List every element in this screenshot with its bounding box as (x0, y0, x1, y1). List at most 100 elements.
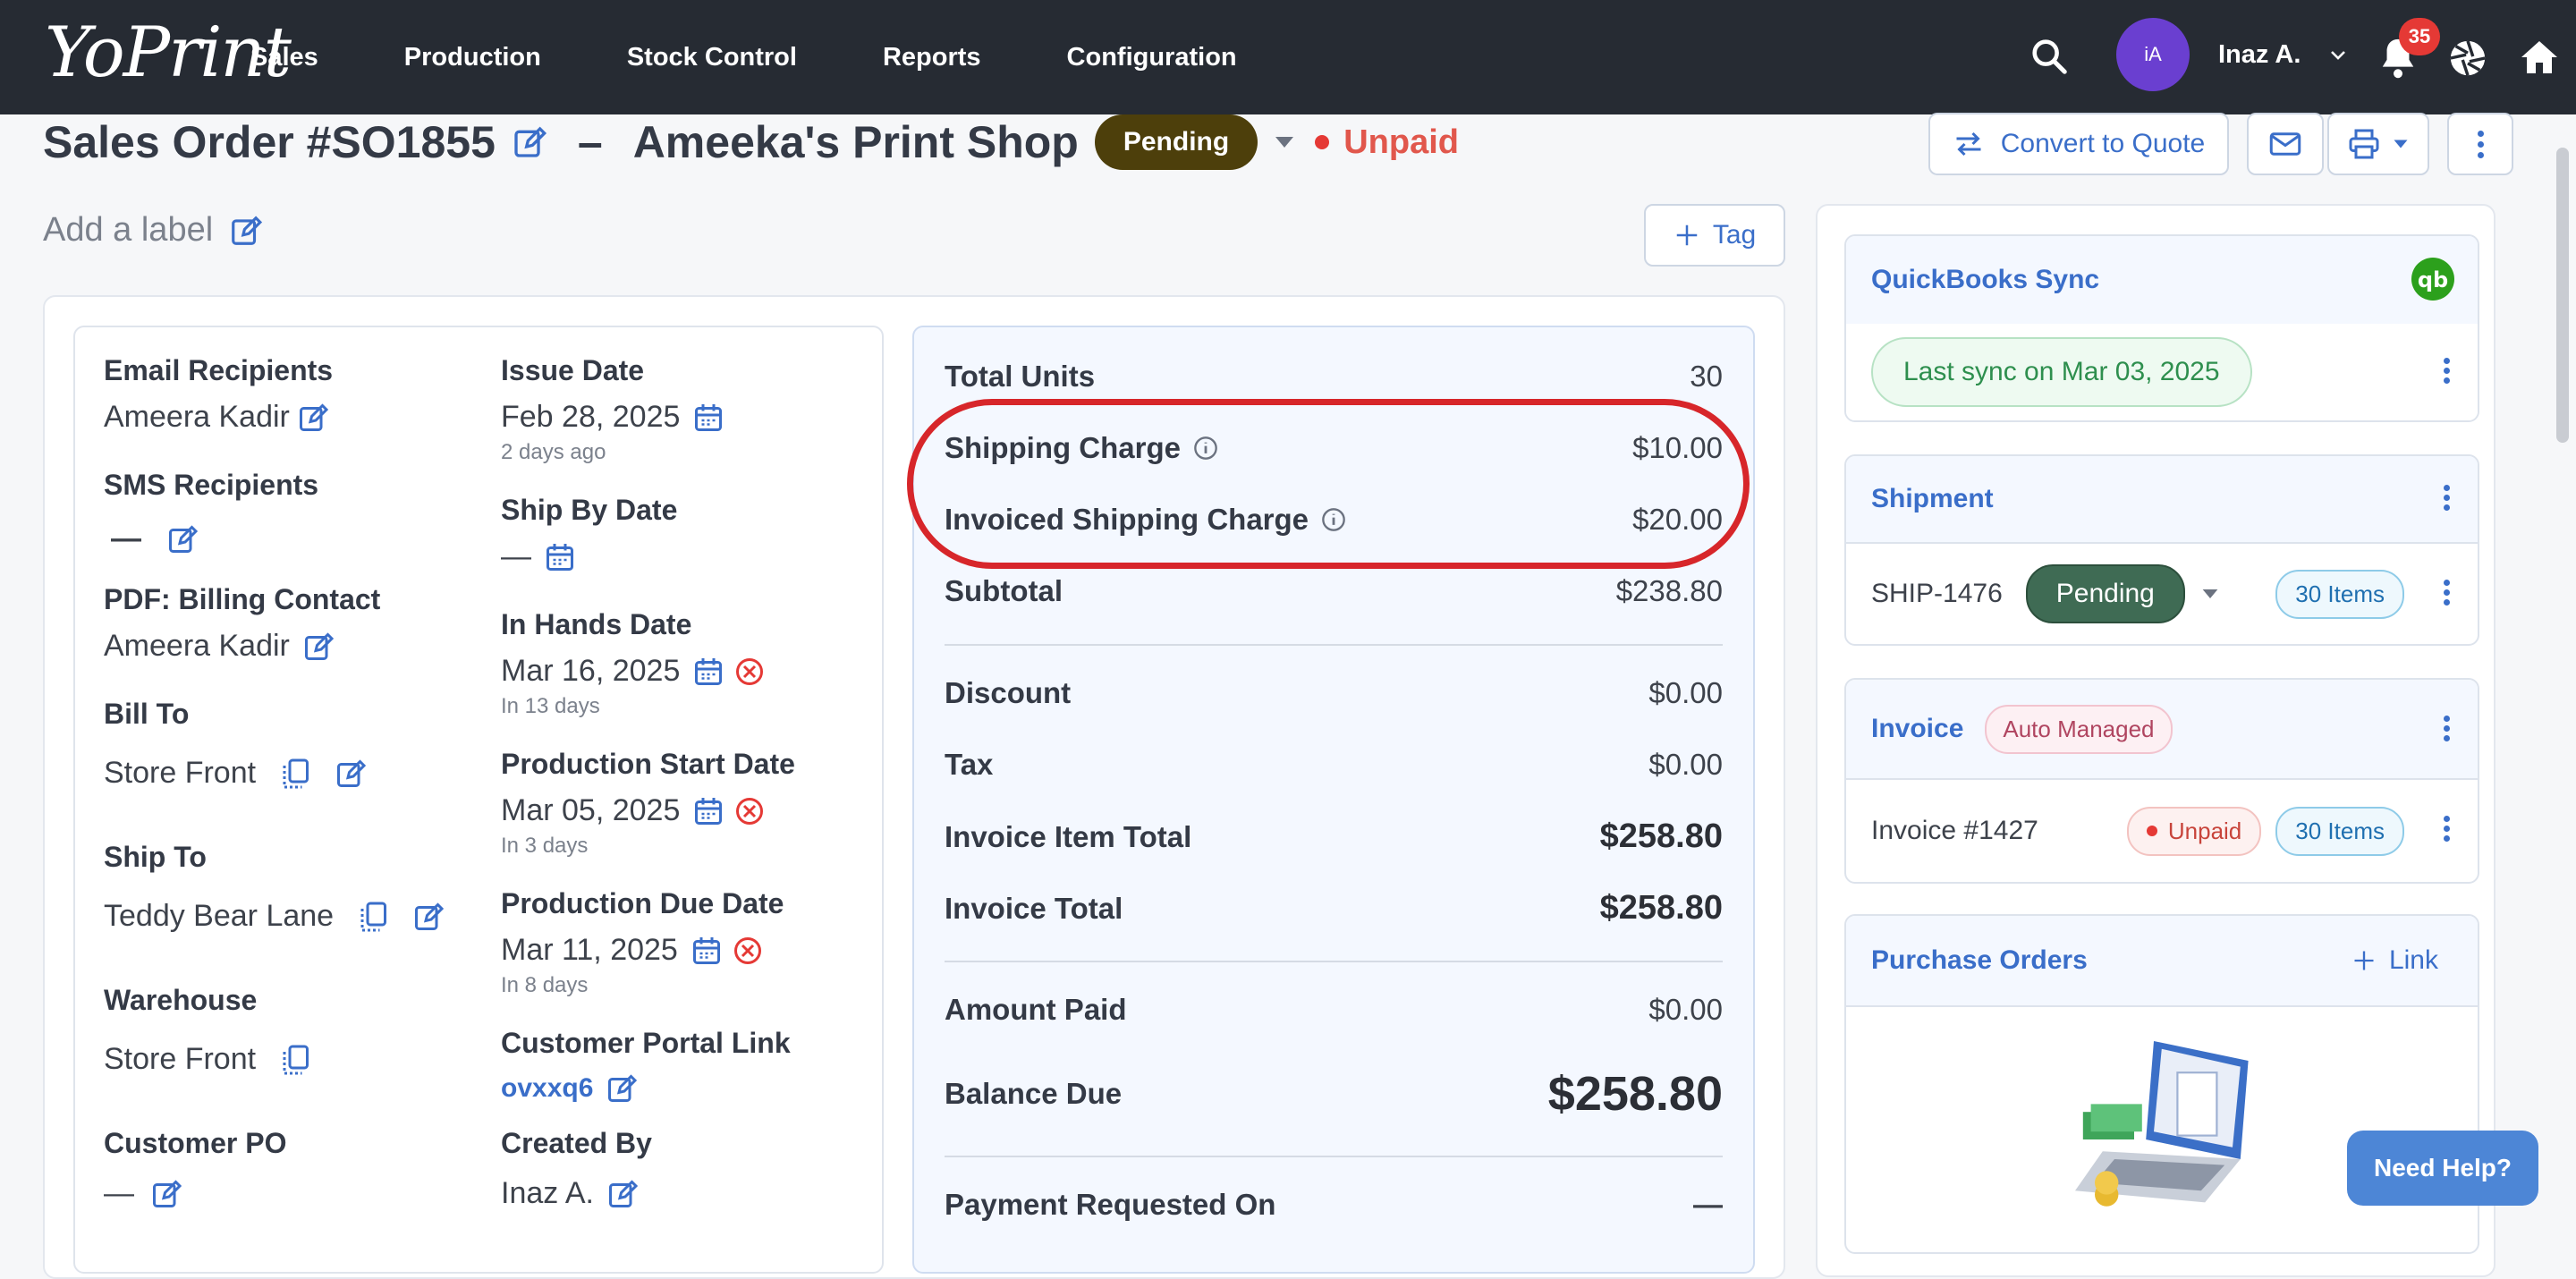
kebab-icon[interactable] (2442, 812, 2451, 848)
clear-icon[interactable] (733, 656, 766, 688)
edit-icon[interactable] (166, 523, 199, 555)
convert-label: Convert to Quote (2000, 129, 2206, 158)
copy-icon[interactable] (279, 758, 311, 790)
field-value: Mar 16, 2025 (501, 654, 681, 688)
calendar-icon[interactable] (692, 656, 724, 688)
caret-down-icon (2394, 140, 2408, 148)
need-help-button[interactable]: Need Help? (2347, 1131, 2538, 1206)
svg-text:qb: qb (2418, 267, 2448, 292)
caret-down-icon[interactable] (1274, 135, 1295, 149)
payment-status: Unpaid (1315, 123, 1459, 162)
kebab-icon (2476, 126, 2485, 163)
edit-icon[interactable] (606, 1072, 638, 1105)
row-label: Total Units (945, 360, 1096, 393)
add-tag-button[interactable]: Tag (1644, 204, 1785, 267)
user-name: Inaz A. (2218, 39, 2301, 69)
field-label: Customer Portal Link (501, 1027, 791, 1059)
home-icon[interactable] (2517, 36, 2562, 79)
copy-icon[interactable] (279, 1044, 311, 1076)
nav-production[interactable]: Production (404, 43, 541, 72)
kebab-icon[interactable] (2442, 712, 2451, 748)
sms-recipients-field: SMS Recipients — (104, 469, 318, 556)
balance-due-row: Balance Due $258.80 (945, 1066, 1723, 1122)
order-status-pill[interactable]: Pending (1094, 114, 1258, 170)
main-nav: Sales Production Stock Control Reports C… (250, 0, 1323, 114)
aperture-icon[interactable] (2447, 38, 2488, 79)
tag-label: Tag (1712, 220, 1757, 250)
panel-title: Purchase Orders (1871, 945, 2088, 975)
clear-icon[interactable] (733, 795, 766, 827)
calendar-icon[interactable] (692, 795, 724, 827)
clear-icon[interactable] (732, 935, 764, 967)
link-label: Link (2388, 945, 2438, 975)
panel-title: QuickBooks Sync (1871, 265, 2100, 294)
calendar-icon[interactable] (544, 541, 576, 573)
kebab-icon[interactable] (2442, 481, 2451, 517)
portal-link[interactable]: ovxxq6 (501, 1073, 593, 1104)
convert-to-quote-button[interactable]: Convert to Quote (1928, 113, 2229, 175)
link-po-button[interactable]: Link (2351, 945, 2438, 976)
add-label-text: Add a label (43, 211, 214, 249)
created-by-field: Created By Inaz A. (501, 1127, 652, 1211)
field-label: Production Start Date (501, 748, 795, 780)
user-menu[interactable]: iA Inaz A. (2116, 18, 2349, 91)
shipment-id[interactable]: SHIP-1476 (1871, 579, 2003, 609)
edit-icon[interactable] (150, 1178, 182, 1210)
field-value: — (111, 521, 141, 555)
field-value: Mar 05, 2025 (501, 793, 681, 827)
field-value: Store Front (104, 756, 257, 790)
row-label: Invoice Item Total (945, 819, 1192, 853)
calendar-icon[interactable] (691, 935, 723, 967)
nav-stock-control[interactable]: Stock Control (627, 43, 797, 72)
edit-icon[interactable] (297, 402, 329, 434)
auto-managed-badge: Auto Managed (1985, 704, 2173, 754)
payment-status-text: Unpaid (1343, 123, 1459, 161)
in-hands-date-field: In Hands Date Mar 16, 2025 In 13 days (501, 608, 766, 719)
row-label: Amount Paid (945, 993, 1127, 1026)
row-value: — (1693, 1188, 1723, 1221)
kebab-icon[interactable] (2442, 576, 2451, 612)
caret-down-icon[interactable] (2201, 588, 2219, 600)
print-button[interactable] (2327, 113, 2429, 175)
nav-configuration[interactable]: Configuration (1067, 43, 1237, 72)
email-button[interactable] (2247, 113, 2324, 175)
items-badge[interactable]: 30 Items (2275, 569, 2404, 619)
field-label: Email Recipients (104, 354, 334, 386)
shipment-status-pill[interactable]: Pending (2025, 564, 2185, 623)
invoice-panel: Invoice Auto Managed Invoice #1427 Unpai… (1844, 678, 2479, 884)
scrollbar[interactable] (2556, 148, 2569, 443)
row-label: Discount (945, 676, 1072, 709)
plus-icon (1676, 224, 1698, 246)
edit-icon[interactable] (335, 758, 367, 790)
relative-date: In 3 days (501, 834, 589, 858)
production-start-date-field: Production Start Date Mar 05, 2025 In 3 … (501, 748, 795, 859)
field-label: Issue Date (501, 354, 645, 386)
kebab-icon[interactable] (2442, 354, 2451, 390)
purchase-orders-illustration (2075, 1041, 2249, 1207)
invoice-id[interactable]: Invoice #1427 (1871, 816, 2038, 846)
issue-date-field: Issue Date Feb 28, 2025 2 days ago (501, 354, 724, 465)
copy-icon[interactable] (357, 901, 389, 933)
edit-icon[interactable] (512, 124, 547, 160)
calendar-icon[interactable] (692, 402, 724, 434)
tax-row: Tax $0.00 (945, 748, 1723, 782)
nav-reports[interactable]: Reports (883, 43, 981, 72)
more-actions-button[interactable] (2447, 113, 2513, 175)
payment-requested-row: Payment Requested On — (945, 1188, 1723, 1222)
edit-icon[interactable] (606, 1178, 639, 1210)
relative-date: In 8 days (501, 973, 589, 997)
row-label: Balance Due (945, 1077, 1123, 1110)
order-number: Sales Order #SO1855 (43, 117, 496, 167)
invoice-status-pill: Unpaid (2126, 806, 2262, 856)
items-badge[interactable]: 30 Items (2275, 806, 2404, 856)
edit-icon[interactable] (412, 901, 445, 933)
panel-title: Shipment (1871, 484, 1994, 513)
field-value: Ameera Kadir (104, 400, 290, 434)
add-label[interactable]: Add a label (43, 211, 263, 250)
nav-sales[interactable]: Sales (250, 43, 318, 72)
field-value: Feb 28, 2025 (501, 400, 681, 434)
edit-icon[interactable] (302, 631, 335, 663)
search-icon[interactable] (2029, 36, 2070, 77)
customer-name[interactable]: Ameeka's Print Shop (633, 116, 1079, 168)
total-units-row: Total Units 30 (945, 360, 1723, 394)
